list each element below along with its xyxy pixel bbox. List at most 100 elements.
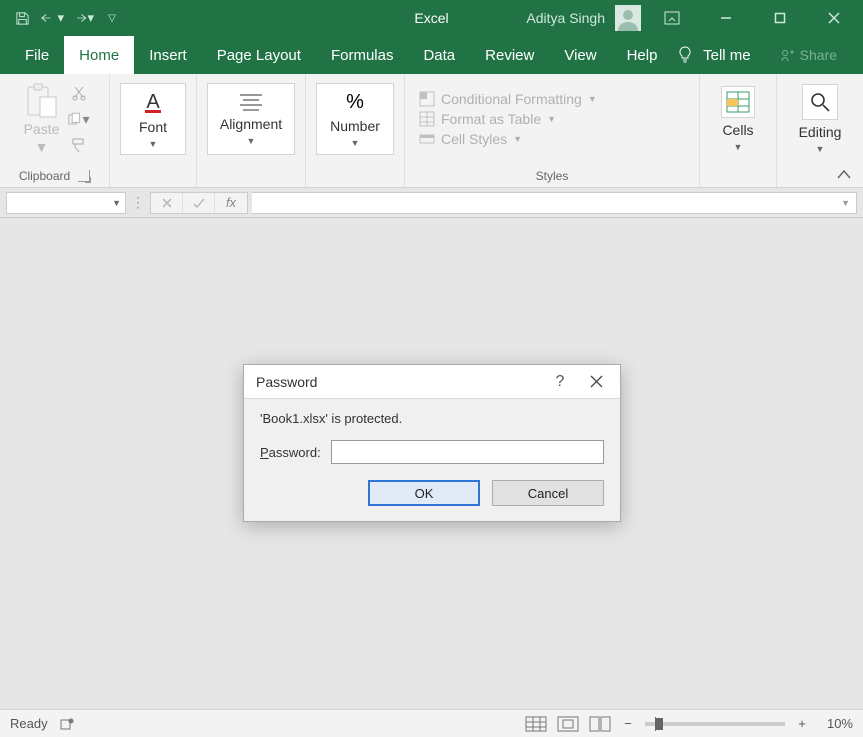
font-icon: A <box>140 89 166 115</box>
maximize-button[interactable] <box>757 0 803 36</box>
close-button[interactable] <box>811 0 857 36</box>
help-button[interactable]: ? <box>546 368 574 396</box>
dialog-title: Password <box>256 374 317 390</box>
group-number: % Number ▼ <box>306 74 405 187</box>
format-as-table-button[interactable]: Format as Table▼ <box>415 111 556 127</box>
group-clipboard: Paste ▼ ▾ Clipboard <box>0 74 110 187</box>
editing-label: Editing <box>799 124 842 140</box>
paste-button[interactable]: Paste ▼ <box>20 83 64 155</box>
alignment-button[interactable]: Alignment ▼ <box>207 83 295 155</box>
table-icon <box>419 111 435 127</box>
dialog-titlebar[interactable]: Password ? <box>244 365 620 399</box>
enter-formula-icon[interactable] <box>183 193 215 213</box>
chevron-down-icon: ▼ <box>816 144 825 154</box>
group-cells: Cells ▼ <box>700 74 777 187</box>
svg-text:A: A <box>146 91 160 113</box>
tab-data[interactable]: Data <box>408 36 470 74</box>
tab-formulas[interactable]: Formulas <box>316 36 409 74</box>
tab-view[interactable]: View <box>549 36 611 74</box>
cell-styles-button[interactable]: Cell Styles▼ <box>415 131 522 147</box>
save-icon[interactable] <box>10 6 34 30</box>
tab-help[interactable]: Help <box>612 36 673 74</box>
font-label: Font <box>139 119 167 135</box>
collapse-ribbon-icon[interactable] <box>837 169 851 179</box>
cancel-button[interactable]: Cancel <box>492 480 604 506</box>
alignment-icon <box>238 92 264 112</box>
formula-input[interactable]: ▼ <box>252 192 857 214</box>
ribbon-display-options-icon[interactable] <box>649 0 695 36</box>
conditional-formatting-button[interactable]: Conditional Formatting▼ <box>415 91 597 107</box>
chevron-down-icon: ▼ <box>841 198 850 208</box>
number-label: Number <box>330 118 380 134</box>
ribbon-tabs: File Home Insert Page Layout Formulas Da… <box>0 36 863 74</box>
cells-label: Cells <box>722 122 753 138</box>
font-button[interactable]: A Font ▼ <box>120 83 186 155</box>
undo-button[interactable]: ▾ <box>40 6 64 30</box>
paste-label: Paste <box>24 121 60 137</box>
tab-insert[interactable]: Insert <box>134 36 202 74</box>
cell-styles-icon <box>419 131 435 147</box>
chevron-down-icon: ▼ <box>351 138 360 148</box>
ok-button[interactable]: OK <box>368 480 480 506</box>
conditional-formatting-icon <box>419 91 435 107</box>
tab-page-layout[interactable]: Page Layout <box>202 36 316 74</box>
chevron-down-icon: ▼ <box>149 139 158 149</box>
redo-button[interactable]: ▾ <box>70 6 94 30</box>
tab-home[interactable]: Home <box>64 36 134 74</box>
cut-icon[interactable] <box>68 82 90 104</box>
zoom-slider[interactable] <box>645 722 785 726</box>
cells-icon <box>726 91 750 113</box>
editing-button[interactable]: Editing ▼ <box>787 83 853 155</box>
group-styles: Conditional Formatting▼ Format as Table▼… <box>405 74 700 187</box>
page-break-view-icon[interactable] <box>589 716 611 732</box>
chevron-down-icon: ▼ <box>35 139 49 155</box>
number-button[interactable]: % Number ▼ <box>316 83 394 155</box>
ribbon: Paste ▼ ▾ Clipboard A Font ▼ Align <box>0 74 863 188</box>
group-alignment: Alignment ▼ <box>197 74 306 187</box>
dialog-close-button[interactable] <box>582 368 610 396</box>
title-bar: ▾ ▾ ▽ Excel Aditya Singh <box>0 0 863 36</box>
password-dialog: Password ? 'Book1.xlsx' is protected. Pa… <box>243 364 621 522</box>
status-bar: Ready − + 10% <box>0 709 863 737</box>
insert-function-button[interactable]: fx <box>215 193 247 213</box>
search-icon <box>809 91 831 113</box>
app-title: Excel <box>414 10 448 26</box>
zoom-out-button[interactable]: − <box>621 716 635 731</box>
percent-icon: % <box>346 91 364 114</box>
format-painter-icon[interactable] <box>68 134 90 156</box>
format-as-table-label: Format as Table <box>441 111 541 127</box>
status-ready: Ready <box>10 716 48 731</box>
user-avatar-icon[interactable] <box>615 5 641 31</box>
zoom-in-button[interactable]: + <box>795 716 809 731</box>
grip-icon[interactable]: ⋮ <box>130 194 146 211</box>
share-button[interactable]: Share <box>770 47 847 63</box>
chevron-down-icon: ▼ <box>734 142 743 152</box>
copy-icon[interactable]: ▾ <box>68 108 90 130</box>
minimize-button[interactable] <box>703 0 749 36</box>
macro-record-icon[interactable] <box>60 717 74 731</box>
chevron-down-icon: ▼ <box>112 198 121 208</box>
qat-customize-icon[interactable]: ▽ <box>100 6 124 30</box>
chevron-down-icon: ▼ <box>247 136 256 146</box>
tab-file[interactable]: File <box>10 36 64 74</box>
user-name[interactable]: Aditya Singh <box>526 10 605 26</box>
cell-styles-label: Cell Styles <box>441 131 507 147</box>
cancel-formula-icon[interactable] <box>151 193 183 213</box>
dialog-message: 'Book1.xlsx' is protected. <box>260 411 604 426</box>
normal-view-icon[interactable] <box>525 716 547 732</box>
zoom-level[interactable]: 10% <box>819 716 853 731</box>
clipboard-launcher-icon[interactable] <box>78 170 90 182</box>
group-font: A Font ▼ <box>110 74 197 187</box>
name-box[interactable]: ▼ <box>6 192 126 214</box>
tab-review[interactable]: Review <box>470 36 549 74</box>
share-label: Share <box>800 47 837 63</box>
lightbulb-icon <box>677 46 693 64</box>
formula-bar: ▼ ⋮ fx ▼ <box>0 188 863 218</box>
password-input[interactable] <box>331 440 604 464</box>
clipboard-icon <box>26 83 58 119</box>
alignment-label: Alignment <box>220 116 282 132</box>
page-layout-view-icon[interactable] <box>557 716 579 732</box>
styles-group-label: Styles <box>536 169 569 183</box>
tell-me-search[interactable]: Tell me <box>703 47 766 64</box>
cells-button[interactable]: Cells ▼ <box>710 83 766 155</box>
